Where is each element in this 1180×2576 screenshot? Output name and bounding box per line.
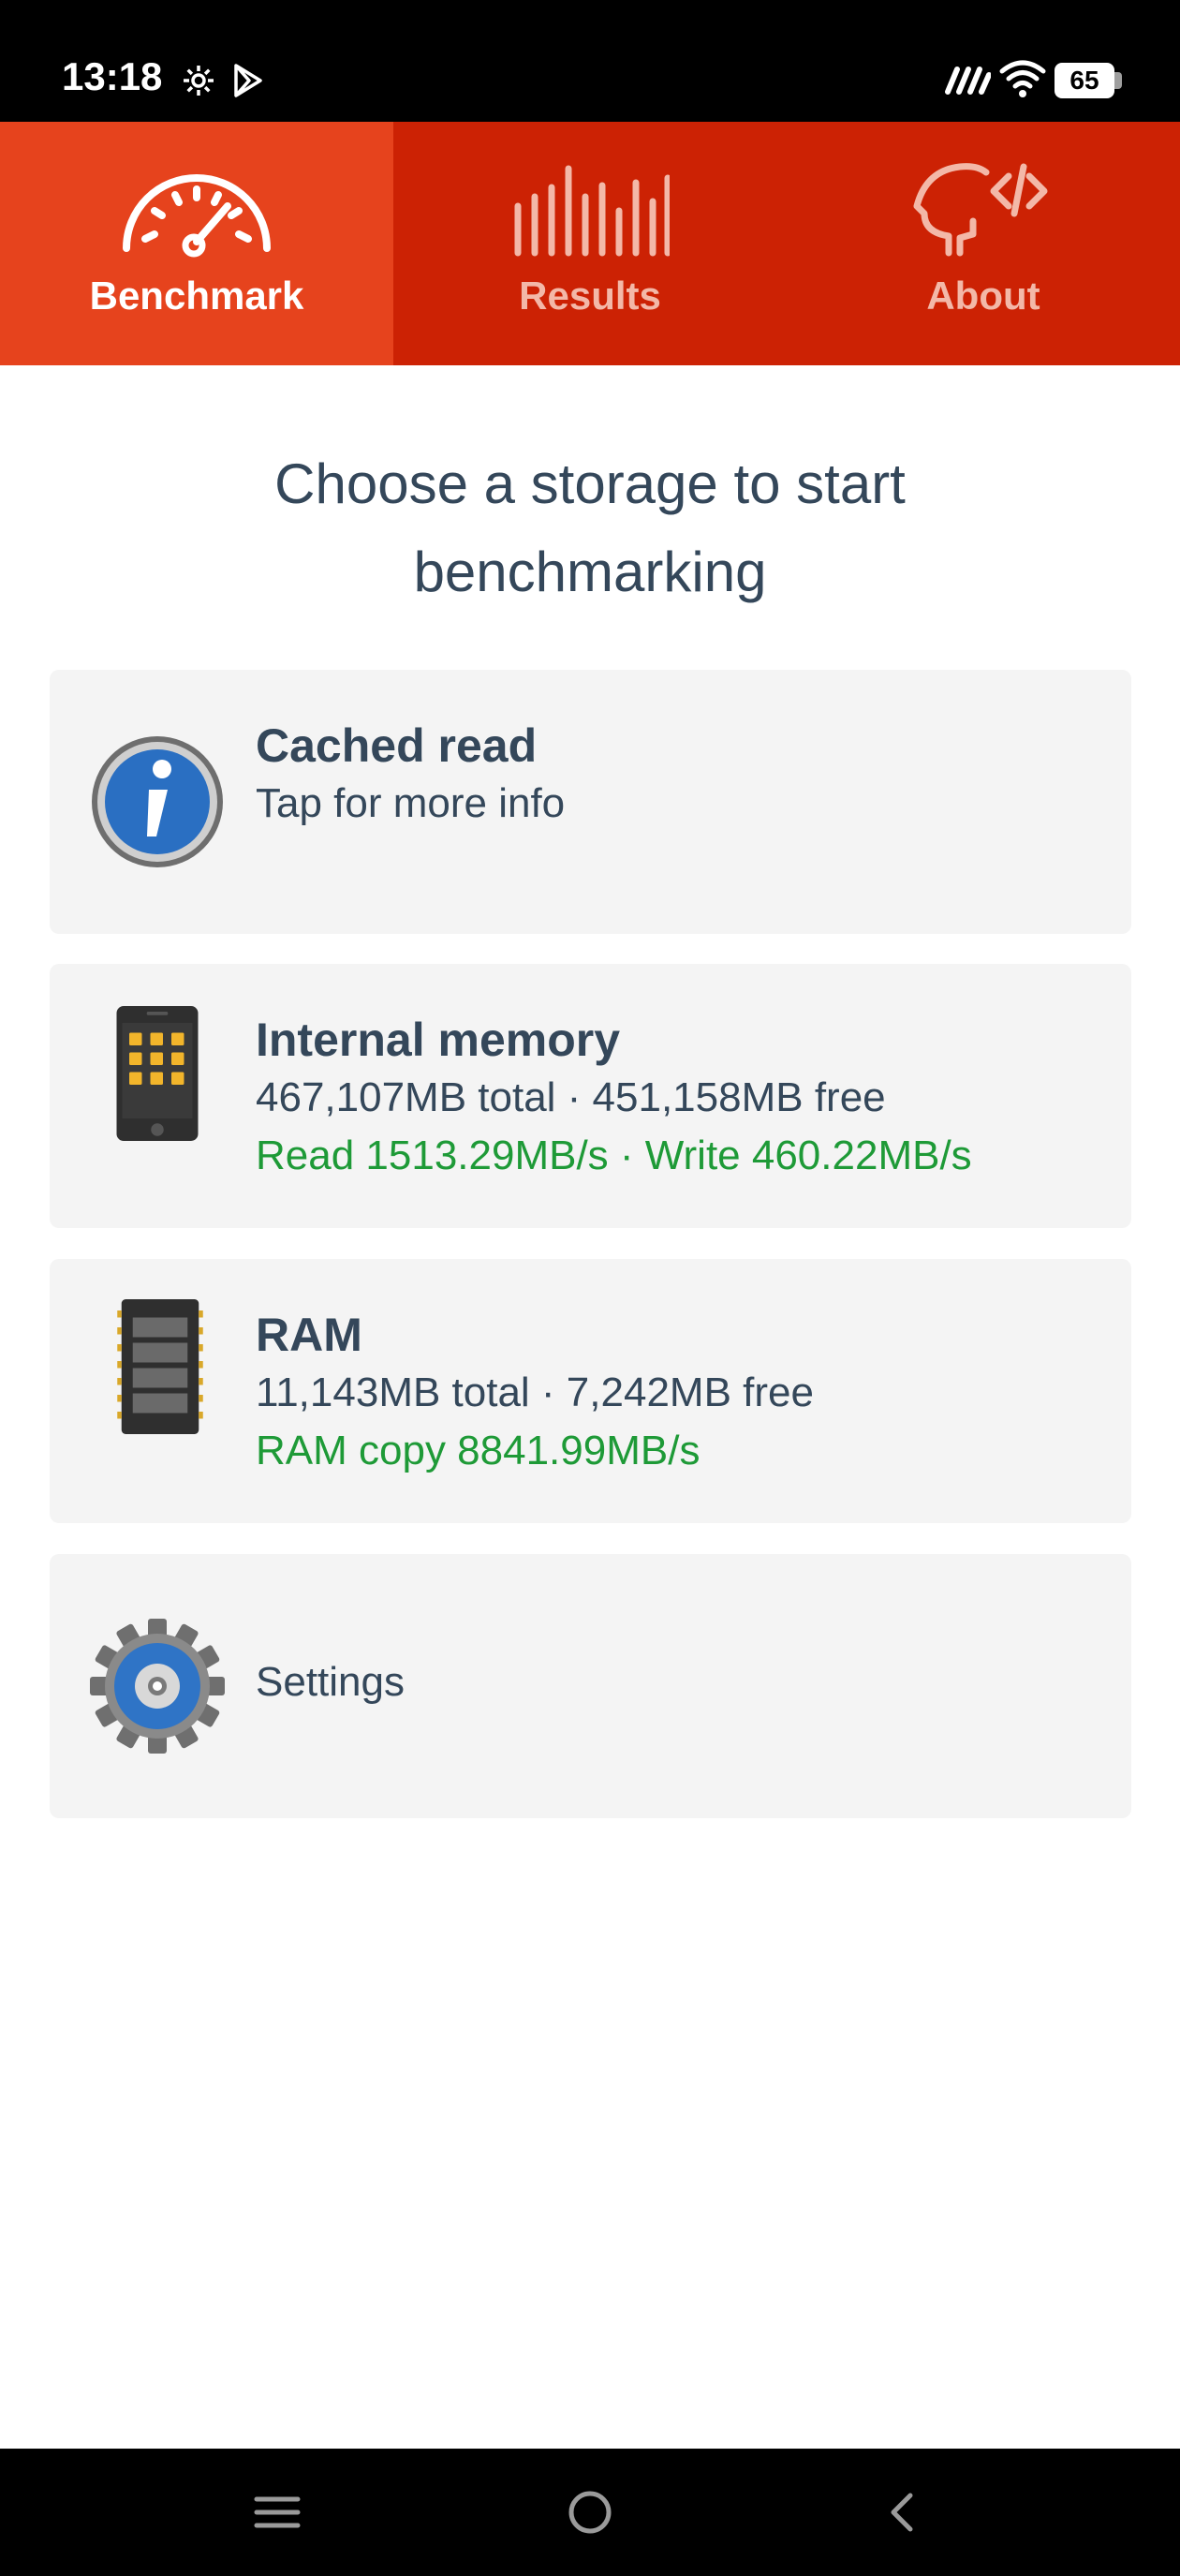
wifi-icon (999, 60, 1046, 97)
tab-results[interactable]: Results (393, 122, 787, 365)
signal-icon (945, 67, 991, 95)
phone-icon (116, 1006, 199, 1141)
card-title: Internal memory (256, 1014, 621, 1066)
page-heading: Choose a storage to start benchmarking (169, 440, 1011, 616)
settings-label: Settings (256, 1659, 405, 1705)
speed-result: Read 1513.29MB/s · Write 460.22MB/s (256, 1133, 972, 1178)
settings-gear-icon (90, 1619, 225, 1754)
tab-about[interactable]: About (787, 122, 1180, 365)
tab-bar: Benchmark Results About (0, 122, 1180, 365)
card-title: RAM (256, 1309, 362, 1361)
internal-memory-card[interactable]: Internal memory 467,107MB total · 451,15… (50, 964, 1131, 1228)
cached-read-card[interactable]: Cached read Tap for more info (50, 670, 1131, 934)
battery-icon: 65 (1055, 63, 1114, 98)
gear-icon (184, 66, 214, 96)
speed-result: RAM copy 8841.99MB/s (256, 1428, 701, 1473)
menu-icon[interactable] (249, 2484, 305, 2540)
memory-details: 11,143MB total · 7,242MB free (256, 1369, 814, 1415)
battery-tip (1114, 72, 1122, 89)
head-code-icon (913, 163, 1048, 257)
system-nav-bar (0, 2449, 1180, 2576)
ram-card[interactable]: RAM 11,143MB total · 7,242MB free RAM co… (50, 1259, 1131, 1523)
battery-level: 65 (1069, 66, 1099, 95)
settings-card[interactable]: Settings (50, 1554, 1131, 1818)
play-store-icon (234, 64, 262, 97)
ram-chip-icon (117, 1299, 203, 1434)
back-icon[interactable] (875, 2484, 931, 2540)
card-subtitle: Tap for more info (256, 780, 566, 826)
heading-line-1: Choose a storage to start (274, 452, 906, 515)
bars-icon (514, 165, 670, 257)
tab-label: About (926, 274, 1040, 318)
speedometer-icon (123, 174, 271, 258)
status-bar: 13:18 65 (0, 0, 1180, 122)
status-time: 13:18 (62, 54, 163, 98)
tab-benchmark[interactable]: Benchmark (0, 122, 393, 365)
card-title: Cached read (256, 719, 538, 772)
info-icon (92, 736, 223, 867)
storage-details: 467,107MB total · 451,158MB free (256, 1074, 886, 1120)
heading-line-2: benchmarking (413, 540, 767, 603)
tab-label: Benchmark (89, 274, 304, 318)
home-icon[interactable] (562, 2484, 618, 2540)
tab-label: Results (519, 274, 661, 318)
